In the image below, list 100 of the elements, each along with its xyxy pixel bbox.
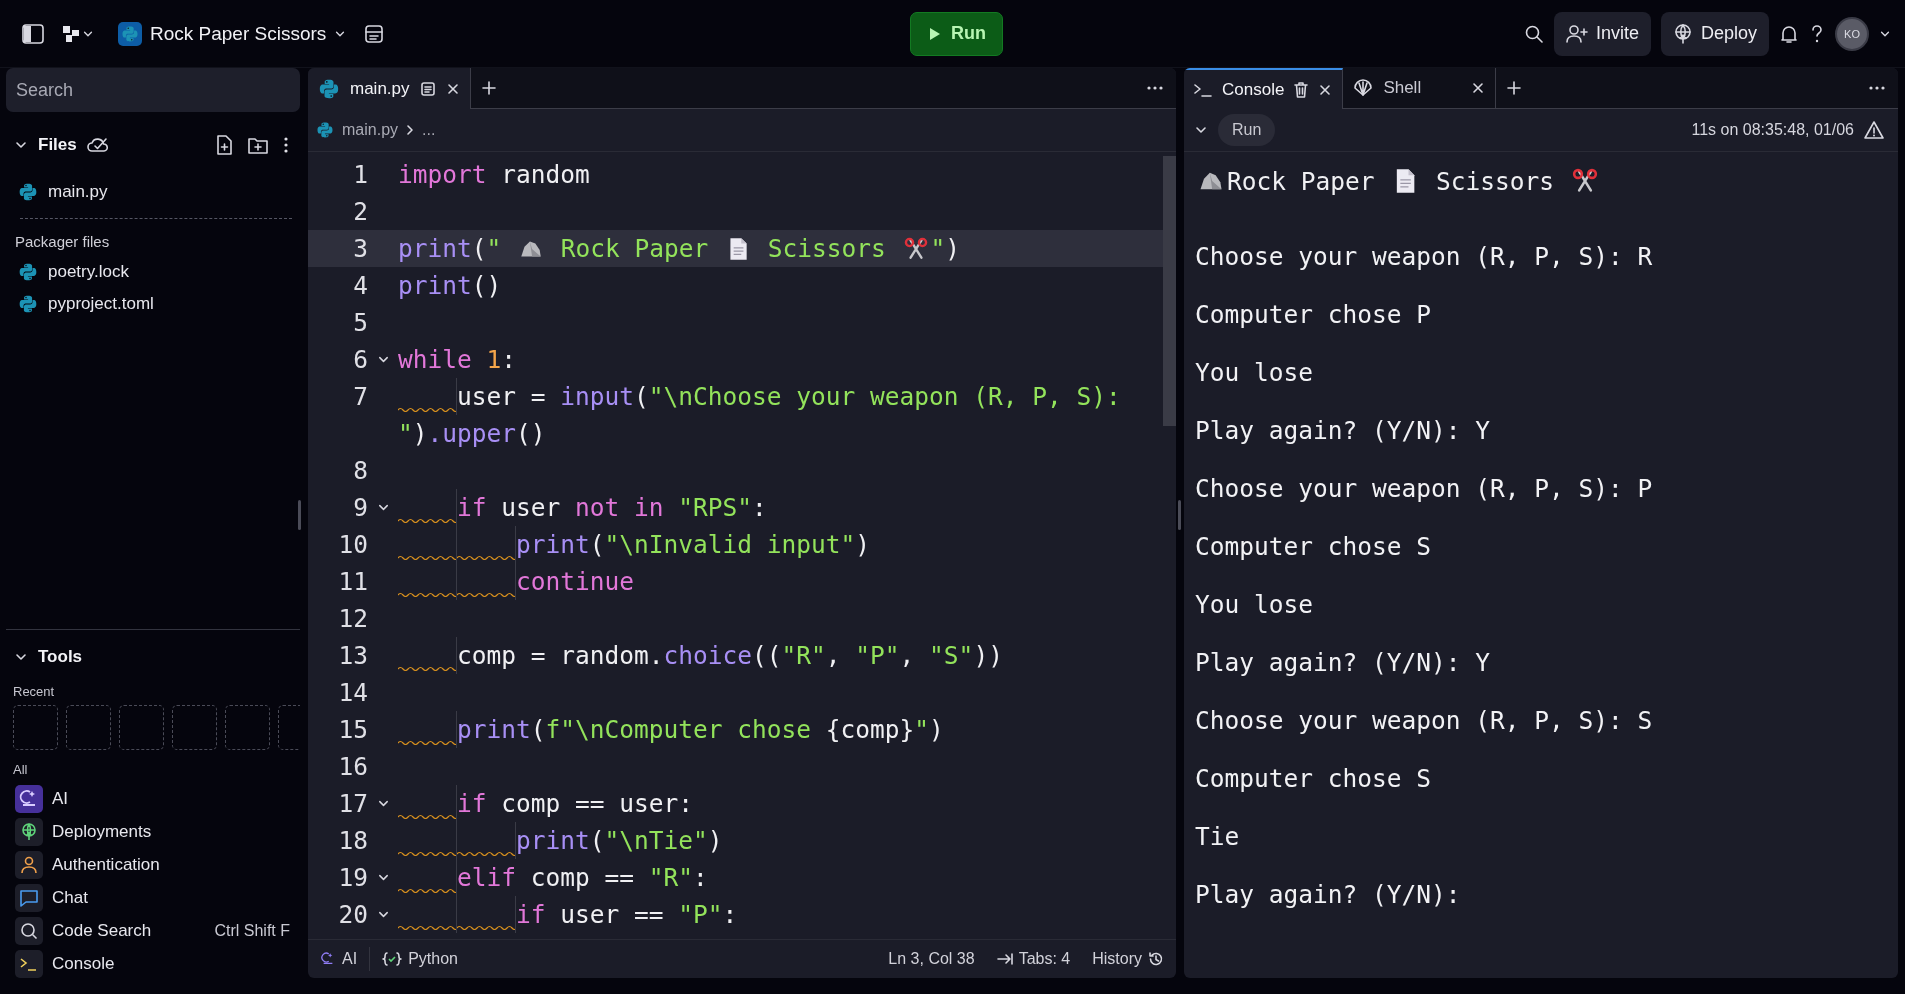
line-number: 9 bbox=[352, 493, 368, 522]
output-text: You lose bbox=[1195, 589, 1313, 619]
empty-slot bbox=[119, 705, 164, 750]
braces-check-icon bbox=[382, 951, 403, 967]
code-token: ( bbox=[471, 234, 487, 263]
code-token: elif bbox=[457, 863, 516, 892]
python-icon bbox=[318, 77, 340, 100]
code-token: ( bbox=[589, 826, 605, 855]
output-text: Choose your weapon (R, P, S): P bbox=[1195, 473, 1653, 503]
code-token: " bbox=[930, 234, 946, 263]
line-number: 10 bbox=[337, 530, 368, 559]
cursor-position[interactable]: Ln 3, Col 38 bbox=[884, 948, 979, 970]
close-icon[interactable] bbox=[1318, 82, 1333, 97]
console-tab[interactable]: Console bbox=[1184, 68, 1344, 109]
ai-button[interactable]: AI bbox=[316, 948, 362, 970]
output-text: Play again? (Y/N): Y bbox=[1195, 415, 1490, 445]
language-button[interactable]: Python bbox=[378, 948, 462, 970]
code-token: ( bbox=[634, 382, 649, 411]
code-token: ( bbox=[589, 530, 605, 559]
file-item[interactable]: main.py bbox=[6, 180, 300, 204]
python-icon bbox=[316, 121, 334, 139]
empty-slot bbox=[225, 705, 270, 750]
output-text: You lose bbox=[1195, 357, 1313, 387]
trash-icon[interactable] bbox=[1294, 81, 1309, 98]
search-field[interactable]: Search bbox=[6, 68, 300, 112]
tool-item[interactable]: Code Search Ctrl Shift F bbox=[6, 917, 300, 945]
breadcrumb-item[interactable]: ... bbox=[422, 121, 436, 139]
blocks-icon bbox=[62, 24, 82, 43]
project-name: Rock Paper Scissors bbox=[150, 22, 327, 45]
search-icon[interactable] bbox=[1523, 23, 1544, 44]
more-icon[interactable] bbox=[1868, 85, 1886, 91]
bell-icon[interactable] bbox=[1779, 23, 1799, 44]
sidebar-toggle-icon[interactable] bbox=[22, 23, 44, 44]
more-icon[interactable] bbox=[1146, 85, 1164, 91]
code-token: if bbox=[457, 789, 487, 818]
scrollbar[interactable] bbox=[1163, 156, 1176, 426]
tool-item[interactable]: AI bbox=[6, 785, 300, 813]
code-token: : bbox=[501, 345, 517, 374]
plus-icon[interactable] bbox=[480, 80, 497, 96]
breadcrumb-item[interactable]: main.py bbox=[342, 121, 399, 139]
output-text: Scissors bbox=[1435, 166, 1556, 196]
code-token: "R" bbox=[781, 641, 826, 670]
code-token: : bbox=[752, 493, 767, 522]
close-icon[interactable] bbox=[1471, 81, 1486, 95]
new-folder-icon[interactable] bbox=[248, 136, 268, 154]
terminal-icon bbox=[1194, 82, 1212, 97]
help-icon[interactable] bbox=[1809, 23, 1825, 44]
tool-item[interactable]: Chat bbox=[6, 884, 300, 912]
code-token: () bbox=[471, 271, 502, 300]
output-text: Rock Paper bbox=[1227, 166, 1376, 196]
close-icon[interactable] bbox=[445, 81, 460, 96]
console-tab[interactable]: Shell bbox=[1343, 68, 1497, 108]
code-token: choice bbox=[663, 641, 753, 670]
warning-icon bbox=[1864, 121, 1884, 139]
code-token: " bbox=[914, 715, 930, 744]
code-token: f"\nComputer chose bbox=[545, 715, 813, 744]
run-button[interactable]: Run bbox=[1218, 114, 1276, 146]
warning-squiggle bbox=[398, 666, 456, 671]
code-token: Scissors bbox=[766, 234, 887, 263]
file-item[interactable]: pyproject.toml bbox=[6, 292, 300, 316]
line-number: 3 bbox=[352, 234, 368, 263]
output-text: Play again? (Y/N): Y bbox=[1195, 647, 1490, 677]
code-token: comp == bbox=[529, 863, 636, 892]
tool-item[interactable]: Console bbox=[6, 950, 300, 978]
run-button[interactable]: Run bbox=[910, 11, 1003, 56]
code-token: {comp} bbox=[825, 715, 915, 744]
file-item[interactable]: poetry.lock bbox=[6, 260, 300, 284]
code-token: ) bbox=[412, 419, 428, 448]
new-file-icon[interactable] bbox=[216, 135, 232, 155]
tool-item[interactable]: Deployments bbox=[6, 818, 300, 846]
resize-handle[interactable] bbox=[298, 500, 301, 530]
code-token: not in bbox=[575, 493, 664, 522]
line-number: 11 bbox=[337, 567, 368, 596]
history-button[interactable]: History bbox=[1088, 948, 1168, 970]
code-token: : bbox=[693, 863, 708, 892]
more-vertical-icon[interactable] bbox=[284, 137, 288, 153]
code-token: ) bbox=[855, 530, 871, 559]
notes-icon[interactable] bbox=[364, 23, 385, 44]
resize-handle[interactable] bbox=[1178, 500, 1181, 530]
tool-item[interactable]: Authentication bbox=[6, 851, 300, 879]
code-token: 1 bbox=[485, 345, 502, 374]
code-token: Rock Paper bbox=[559, 234, 710, 263]
editor-tab[interactable]: main.py bbox=[308, 68, 471, 109]
line-number: 7 bbox=[352, 382, 368, 411]
code-token: () bbox=[516, 419, 546, 448]
line-number: 1 bbox=[352, 160, 368, 189]
line-number: 15 bbox=[337, 715, 368, 744]
document-icon[interactable] bbox=[419, 80, 436, 97]
search-icon bbox=[18, 920, 40, 942]
plus-icon[interactable] bbox=[1506, 80, 1523, 96]
code-token: print bbox=[516, 530, 590, 559]
project-menu[interactable]: Rock Paper Scissors bbox=[112, 17, 353, 50]
warning-squiggle bbox=[398, 888, 456, 893]
scissors-icon bbox=[1570, 167, 1599, 195]
indent-button[interactable]: Tabs: 4 bbox=[992, 948, 1075, 970]
deploy-button[interactable]: Deploy bbox=[1660, 11, 1769, 56]
output-text: Computer chose S bbox=[1195, 531, 1431, 561]
invite-button[interactable]: Invite bbox=[1553, 11, 1651, 56]
output-text: Choose your weapon (R, P, S): S bbox=[1195, 705, 1653, 735]
avatar[interactable]: KO bbox=[1835, 16, 1869, 51]
